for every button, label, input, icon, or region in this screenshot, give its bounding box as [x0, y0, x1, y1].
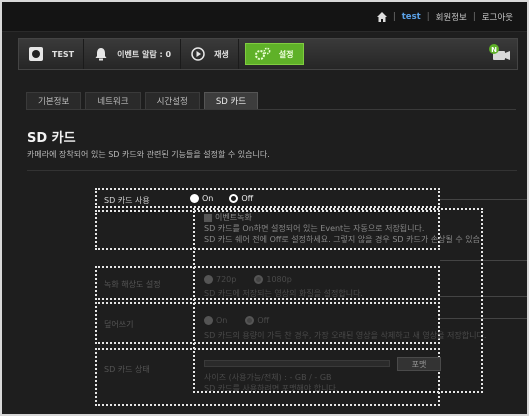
user-name[interactable]: test — [402, 12, 421, 22]
home-icon[interactable] — [376, 12, 387, 22]
radio-off-label: Off — [241, 194, 254, 203]
top-nav: | test | 회원정보 | 로그아웃 — [376, 11, 513, 23]
tab-network[interactable]: 네트워크 — [85, 92, 141, 109]
page-description: 카메라에 장착되어 있는 SD 카드와 관련된 기능들을 설정할 수 있습니다. — [27, 150, 270, 159]
highlight-box — [193, 208, 483, 393]
tab-time-settings[interactable]: 시간설정 — [144, 92, 200, 109]
separator: | — [426, 12, 430, 22]
sd-status-label: SD 카드 상태 — [104, 365, 150, 374]
divider — [27, 170, 517, 171]
radio-dot — [190, 194, 199, 203]
overwrite-label: 덮어쓰기 — [104, 320, 134, 329]
resolution-label: 녹화 해상도 설정 — [104, 280, 161, 289]
sd-use-off-radio[interactable]: Off — [229, 194, 253, 203]
separator: | — [392, 12, 396, 22]
settings-label: 설정 — [278, 49, 294, 59]
sd-use-label: SD 카드 사용 — [104, 196, 150, 205]
event-alarm-button[interactable]: 이벤트 알람 : 0 — [84, 39, 182, 69]
tab-underline — [26, 109, 516, 110]
logout-link[interactable]: 로그아웃 — [482, 11, 513, 23]
playback-button[interactable]: 재생 — [181, 39, 239, 69]
gear-icon — [254, 46, 271, 62]
page-title: SD 카드 — [27, 131, 76, 146]
camera-name: TEST — [52, 49, 75, 59]
playback-label: 재생 — [214, 49, 229, 59]
camera-select-button[interactable]: TEST — [19, 39, 85, 69]
settings-button[interactable]: 설정 — [244, 43, 304, 65]
tab-sd-card[interactable]: SD 카드 — [203, 92, 259, 109]
bell-icon — [93, 46, 109, 62]
sd-use-radios: On Off — [190, 194, 253, 203]
camera-add-icon[interactable]: N — [489, 44, 511, 64]
row-line — [440, 199, 527, 200]
play-icon — [190, 46, 206, 62]
member-info-link[interactable]: 회원정보 — [436, 11, 467, 23]
new-badge: N — [491, 46, 497, 54]
camera-icon — [28, 46, 44, 62]
sd-use-on-radio[interactable]: On — [190, 194, 213, 203]
event-alarm-label: 이벤트 알람 : 0 — [117, 49, 172, 59]
radio-dot — [229, 194, 239, 203]
top-bar: | test | 회원정보 | 로그아웃 — [2, 2, 527, 32]
tab-basic-info[interactable]: 기본정보 — [26, 92, 82, 109]
main-nav: TEST 이벤트 알람 : 0 재생 설정 N — [18, 38, 518, 70]
radio-on-label: On — [202, 194, 214, 203]
settings-tabs: 기본정보 네트워크 시간설정 SD 카드 — [26, 92, 259, 109]
separator: | — [472, 12, 476, 22]
